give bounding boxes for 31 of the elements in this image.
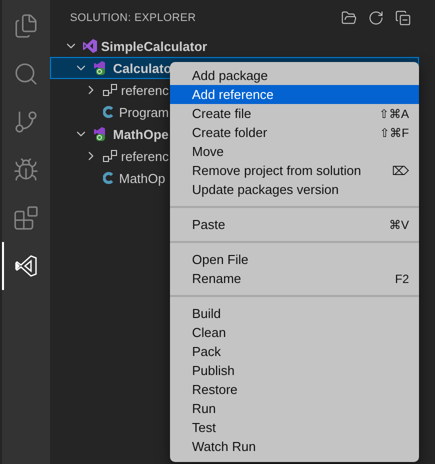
shortcut-label: ⇧⌘A: [378, 106, 409, 120]
menu-item-label: Publish: [192, 363, 236, 378]
tree-item-label: referenc: [121, 148, 169, 164]
menu-item-label: Create folder: [192, 125, 268, 140]
menu-item-label: Rename: [192, 271, 242, 286]
menu-item-label: Add reference: [192, 87, 275, 102]
menu-item-label: Open File: [192, 252, 250, 267]
shortcut-label: ⇧⌘F: [380, 126, 409, 140]
menu-item-label: Test: [192, 420, 217, 435]
shortcut-label: F2: [394, 272, 409, 286]
menu-item-label: Remove project from solution: [192, 163, 362, 178]
panel-title: SOLUTION: EXPLORER: [70, 12, 197, 24]
menu-item-label: Pack: [192, 344, 222, 359]
tree-item-label: MathOpe: [113, 126, 169, 142]
shortcut-label: ⌘V: [388, 218, 409, 232]
tree-item-label: referenc: [121, 82, 169, 98]
tree-item-label: MathOp: [119, 170, 166, 186]
tree-item-label: Program: [119, 104, 169, 120]
menu-item-label: Paste: [192, 217, 226, 232]
menu-item-label: Run: [192, 401, 217, 416]
shortcut-label: ⌦: [392, 164, 409, 178]
tree-item-label: Calculato: [113, 60, 172, 76]
tree-item-label: SimpleCalculator: [101, 38, 208, 54]
menu-item-label: Add package: [192, 68, 269, 83]
menu-item-label: Create file: [192, 106, 252, 121]
menu-item-label: Clean: [192, 325, 227, 340]
menu-item-label: Update packages version: [192, 182, 340, 197]
menu-item-label: Build: [192, 306, 222, 321]
menu-item-label: Restore: [192, 382, 239, 397]
menu-item-label: Move: [192, 144, 225, 159]
menu-item-label: Watch Run: [192, 439, 257, 454]
